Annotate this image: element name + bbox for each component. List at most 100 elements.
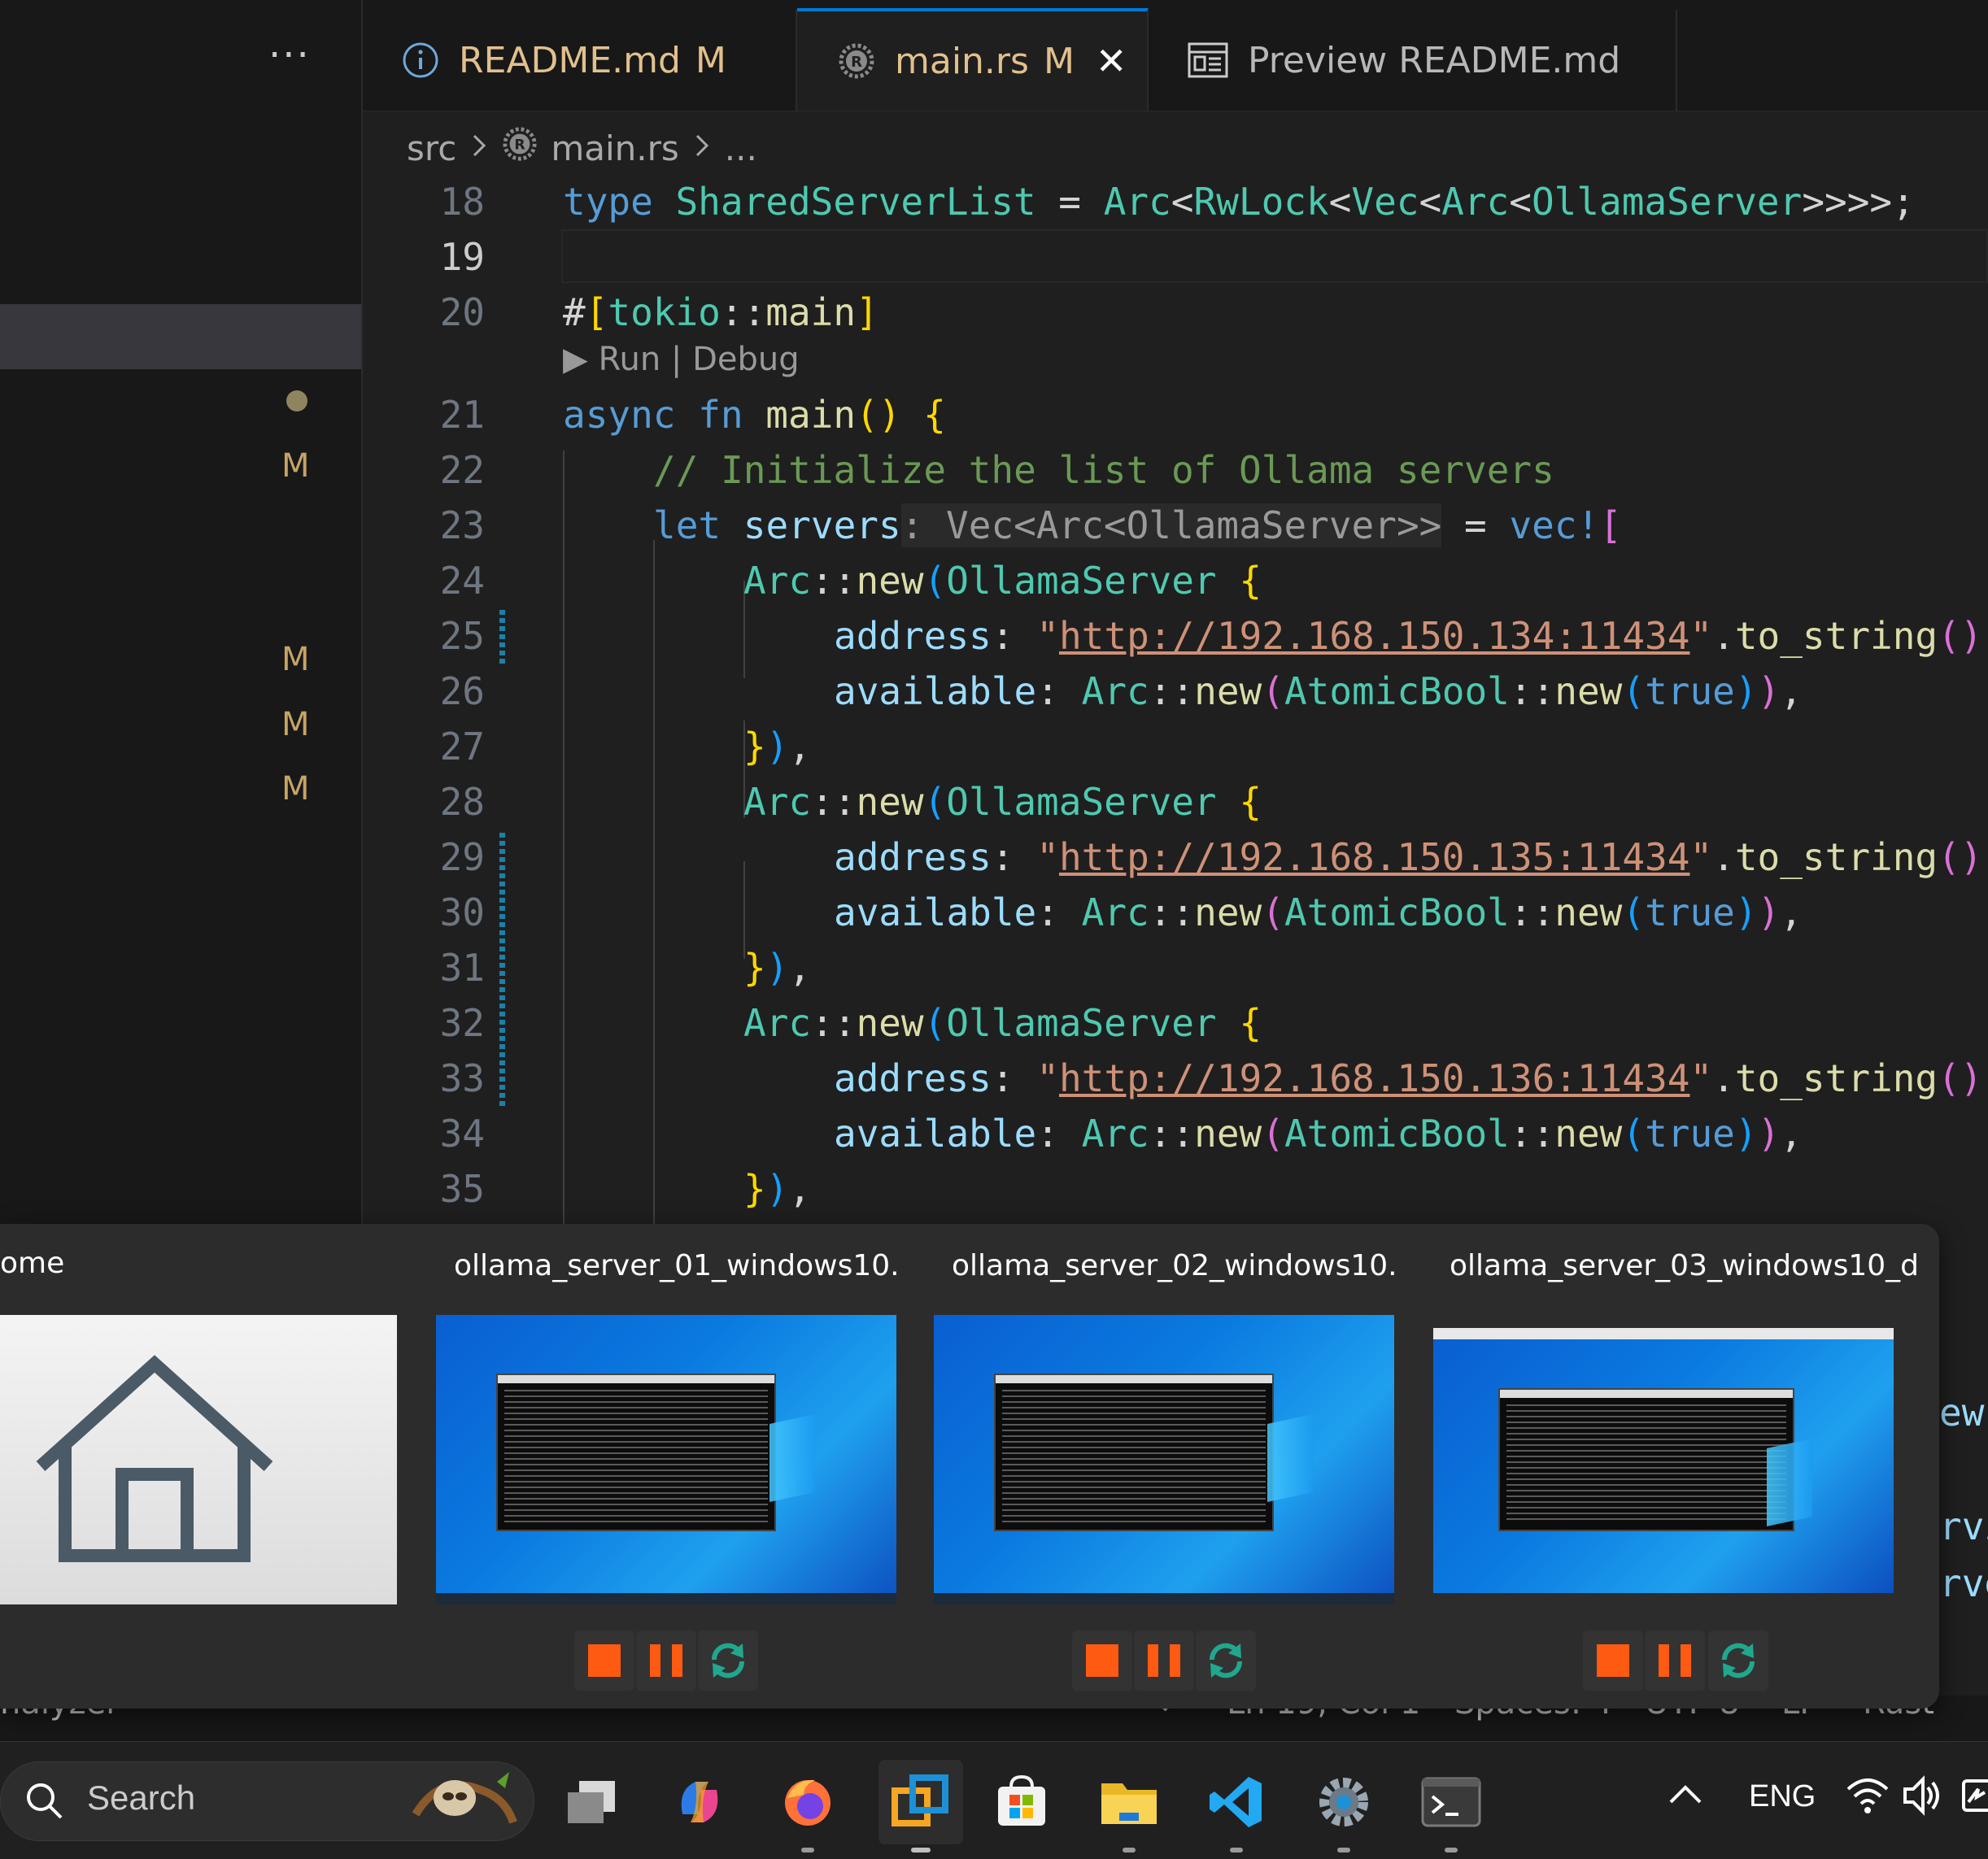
breadcrumb-file[interactable]: main.rs	[551, 128, 678, 168]
url-link[interactable]: http://192.168.150.135:11434	[1059, 835, 1689, 879]
svg-text:R: R	[851, 54, 862, 71]
line-number: 29	[439, 835, 485, 879]
close-icon[interactable]: ✕	[1096, 39, 1127, 83]
vscode-icon	[1210, 1777, 1262, 1827]
code-line: 21 async fn main() {	[363, 387, 1988, 442]
file-explorer-icon	[1101, 1783, 1157, 1824]
tab-modified-badge: M	[1043, 40, 1075, 82]
line-number: 27	[439, 725, 485, 768]
terminal-icon	[1421, 1777, 1481, 1827]
preview-title: ome	[0, 1247, 65, 1280]
breadcrumb: src R main.rs ...	[407, 122, 757, 174]
info-icon	[402, 41, 439, 79]
line-number: 19	[439, 235, 485, 279]
line-number: 35	[439, 1167, 485, 1211]
home-thumbnail[interactable]	[0, 1315, 397, 1604]
copilot-button[interactable]	[664, 1766, 735, 1838]
code-line: 19	[363, 229, 1988, 285]
pause-button[interactable]	[1645, 1630, 1705, 1691]
preview-icon	[1188, 42, 1228, 78]
vscode-button[interactable]	[1201, 1766, 1272, 1852]
tab-label: README.md	[459, 39, 681, 81]
tab-preview-readme[interactable]: Preview README.md	[1149, 10, 1677, 111]
tab-readme[interactable]: README.md M	[363, 10, 797, 111]
preview-title: ollama_server_02_windows10...	[934, 1247, 1397, 1284]
line-number: 24	[439, 559, 485, 603]
code-line: 32 Arc::new(OllamaServer {	[363, 995, 1988, 1051]
refresh-icon	[711, 1643, 745, 1678]
git-modified-marker: M	[281, 447, 310, 485]
vmware-workstation-button[interactable]	[878, 1760, 963, 1852]
line-number: 31	[439, 946, 485, 990]
line-number: 33	[439, 1056, 485, 1100]
restart-button[interactable]	[1196, 1630, 1256, 1691]
code-line: 20 #[tokio::main]	[363, 285, 1988, 340]
url-link[interactable]: http://192.168.150.136:11434	[1059, 1056, 1689, 1100]
code-line: 29 address: "http://192.168.150.135:1143…	[363, 829, 1988, 885]
breadcrumb-symbol[interactable]: ...	[725, 128, 757, 168]
wifi-icon[interactable]	[1845, 1774, 1890, 1820]
vm-thumbnail[interactable]	[934, 1315, 1394, 1604]
firefox-button[interactable]	[772, 1766, 844, 1852]
input-language-indicator[interactable]: ENG	[1749, 1779, 1816, 1814]
editor-peek: ew rvi rve	[1939, 1391, 1988, 1610]
pause-button[interactable]	[1134, 1630, 1194, 1691]
tab-main-rs[interactable]: R main.rs M ✕	[797, 8, 1149, 111]
show-hidden-icons-button[interactable]	[1664, 1778, 1707, 1813]
battery-icon[interactable]	[1960, 1774, 1988, 1820]
more-actions-button[interactable]: ···	[268, 33, 311, 78]
restart-button[interactable]	[1708, 1630, 1768, 1691]
sidebar-selected-row[interactable]	[0, 304, 361, 369]
git-modified-marker: M	[281, 770, 310, 808]
restart-button[interactable]	[698, 1630, 758, 1691]
breadcrumb-folder[interactable]: src	[407, 128, 456, 168]
microsoft-store-button[interactable]	[986, 1766, 1057, 1838]
code-line: 33 address: "http://192.168.150.136:1143…	[363, 1051, 1988, 1106]
search-placeholder: Search	[87, 1778, 196, 1817]
line-number: 22	[439, 448, 485, 492]
code-fragment: ew	[1939, 1391, 1985, 1435]
tab-label: main.rs	[895, 40, 1029, 82]
taskbar-search-box[interactable]: Search	[0, 1761, 534, 1841]
code-line: 34 available: Arc::new(AtomicBool::new(t…	[363, 1106, 1988, 1161]
chevron-right-icon	[469, 128, 489, 168]
git-modified-marker: M	[281, 641, 310, 678]
sloth-search-highlight-icon	[412, 1772, 517, 1824]
line-number: 25	[439, 614, 485, 658]
code-line: 22 // Initialize the list of Ollama serv…	[363, 442, 1988, 498]
line-number: 26	[439, 669, 485, 713]
file-explorer-button[interactable]	[1093, 1766, 1165, 1852]
rust-icon: R	[502, 126, 538, 170]
volume-icon[interactable]	[1902, 1774, 1942, 1820]
line-number: 20	[439, 290, 485, 334]
url-link[interactable]: http://192.168.150.134:11434	[1059, 614, 1689, 658]
line-number: 34	[439, 1112, 485, 1156]
line-number: 18	[439, 180, 485, 224]
code-line: 26 available: Arc::new(AtomicBool::new(t…	[363, 664, 1988, 719]
copilot-icon	[681, 1782, 718, 1822]
task-view-button[interactable]	[556, 1766, 627, 1838]
pause-button[interactable]	[636, 1630, 696, 1691]
unsaved-dot-icon	[286, 390, 307, 411]
stop-button[interactable]	[1072, 1630, 1132, 1691]
terminal-button[interactable]	[1415, 1766, 1487, 1852]
stop-button[interactable]	[1583, 1630, 1643, 1691]
code-line: 31 }),	[363, 940, 1988, 995]
settings-button[interactable]	[1308, 1766, 1380, 1852]
code-line: 25 address: "http://192.168.150.134:1143…	[363, 608, 1988, 664]
preview-title: ollama_server_01_windows10...	[436, 1247, 900, 1284]
code-fragment: rve	[1939, 1561, 1988, 1605]
chevron-up-icon	[1669, 1785, 1702, 1804]
tab-label: Preview README.md	[1248, 39, 1621, 81]
stop-button[interactable]	[574, 1630, 634, 1691]
code-line: 18 type SharedServerList = Arc<RwLock<Ve…	[363, 174, 1988, 229]
vm-thumbnail[interactable]	[436, 1315, 896, 1604]
store-icon	[998, 1774, 1045, 1826]
code-fragment: rvi	[1939, 1504, 1988, 1548]
taskbar-thumbnail-preview: ome ollama_server_01_windows10... ollama…	[0, 1224, 1939, 1709]
run-debug-codelens[interactable]: ▶ Run | Debug	[563, 337, 800, 382]
settings-icon	[1319, 1778, 1368, 1826]
vmware-icon	[892, 1774, 948, 1826]
line-number: 21	[439, 393, 485, 437]
vm-thumbnail[interactable]	[1433, 1328, 1894, 1593]
